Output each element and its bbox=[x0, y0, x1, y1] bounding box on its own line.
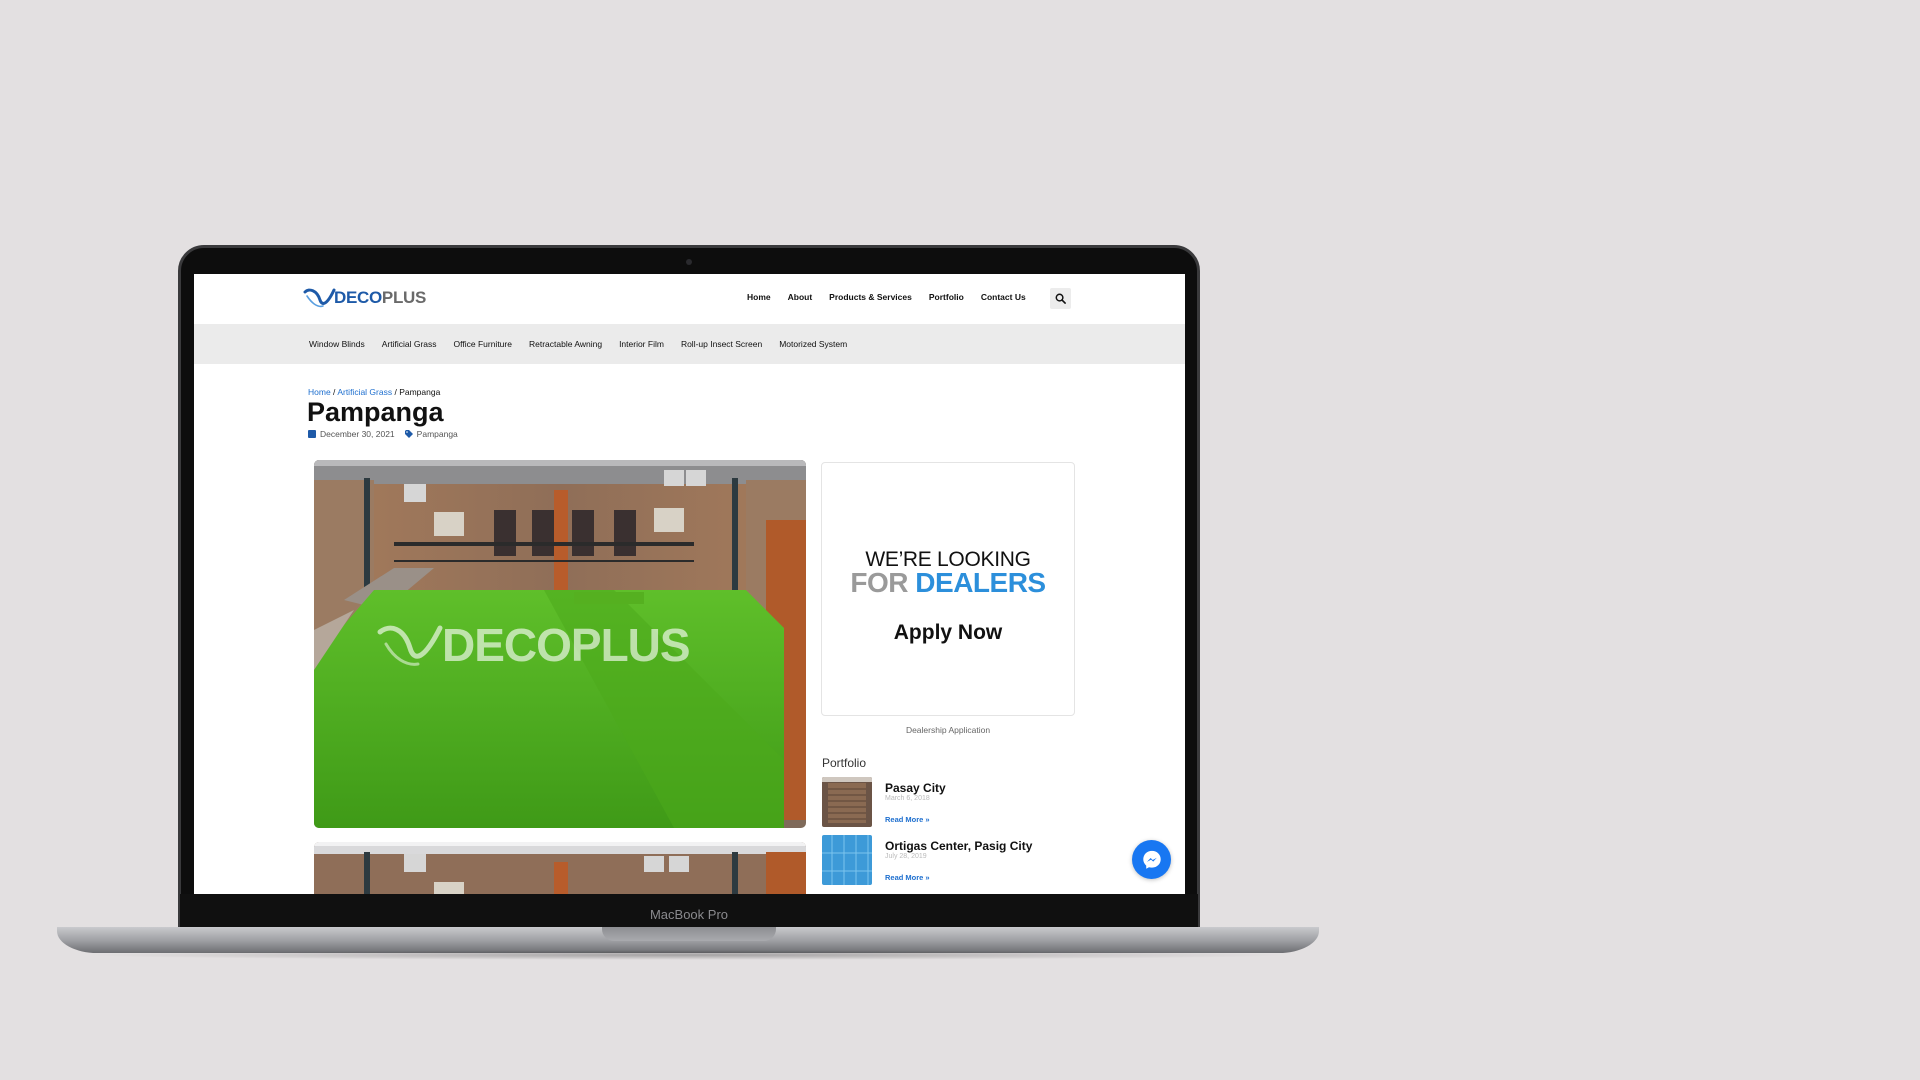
tag-icon bbox=[404, 430, 413, 438]
breadcrumb: Home / Artificial Grass / Pampanga bbox=[308, 387, 440, 397]
portfolio-thumbnail[interactable] bbox=[822, 777, 872, 827]
watermark-swoosh-icon bbox=[377, 625, 443, 666]
device-model-label: MacBook Pro bbox=[649, 907, 729, 922]
breadcrumb-current: Pampanga bbox=[399, 387, 441, 397]
post-image-2[interactable] bbox=[314, 842, 806, 894]
post-date[interactable]: December 30, 2021 bbox=[320, 429, 395, 439]
laptop-screen: DECOPLUS Home About Products & Services … bbox=[194, 274, 1185, 894]
apply-now-link[interactable]: Apply Now bbox=[822, 621, 1074, 645]
portfolio-thumbnail[interactable] bbox=[822, 835, 872, 885]
page-title: Pampanga bbox=[307, 397, 444, 427]
window-film-thumbnail-image bbox=[822, 835, 872, 885]
subnav-interior-film[interactable]: Interior Film bbox=[619, 339, 664, 349]
subnav-window-blinds[interactable]: Window Blinds bbox=[309, 339, 365, 349]
nav-contact-us[interactable]: Contact Us bbox=[981, 292, 1026, 302]
dealer-for: FOR bbox=[850, 567, 916, 598]
webcam bbox=[686, 259, 692, 265]
dealer-dealers: DEALERS bbox=[915, 567, 1046, 598]
read-more-link[interactable]: Read More » bbox=[885, 815, 930, 824]
laptop-hinge-notch bbox=[602, 927, 776, 941]
laptop-shadow bbox=[80, 950, 1296, 960]
nav-portfolio[interactable]: Portfolio bbox=[929, 292, 964, 302]
logo-swoosh-icon bbox=[303, 288, 336, 308]
calendar-icon bbox=[308, 430, 316, 438]
portfolio-item: Ortigas Center, Pasig City July 28, 2019… bbox=[822, 835, 1082, 887]
dealer-banner[interactable]: WE’RE LOOKING FOR DEALERS Apply Now bbox=[821, 462, 1075, 716]
search-icon bbox=[1055, 293, 1066, 304]
breadcrumb-category[interactable]: Artificial Grass bbox=[337, 387, 392, 397]
post-meta: December 30, 2021 Pampanga bbox=[308, 429, 458, 439]
nav-about[interactable]: About bbox=[788, 292, 813, 302]
main-nav: Home About Products & Services Portfolio… bbox=[747, 292, 1043, 302]
subnav-roll-up-insect-screen[interactable]: Roll-up Insect Screen bbox=[681, 339, 762, 349]
nav-home[interactable]: Home bbox=[747, 292, 771, 302]
messenger-icon bbox=[1142, 850, 1161, 869]
site-header: DECOPLUS Home About Products & Services … bbox=[194, 274, 1185, 324]
subnav-motorized-system[interactable]: Motorized System bbox=[779, 339, 847, 349]
subnav-retractable-awning[interactable]: Retractable Awning bbox=[529, 339, 602, 349]
site-logo[interactable]: DECOPLUS bbox=[303, 286, 426, 310]
portfolio-heading: Portfolio bbox=[822, 756, 867, 770]
subnav-office-furniture[interactable]: Office Furniture bbox=[454, 339, 512, 349]
portfolio-item-title[interactable]: Ortigas Center, Pasig City bbox=[885, 839, 1032, 853]
portfolio-item-date: July 28, 2019 bbox=[885, 853, 927, 860]
read-more-link[interactable]: Read More » bbox=[885, 873, 930, 882]
messenger-chat-button[interactable] bbox=[1132, 840, 1171, 879]
dealer-banner-caption: Dealership Application bbox=[905, 725, 991, 735]
logo-plus: PLUS bbox=[381, 288, 427, 307]
watermark-text: DECOPLUS bbox=[442, 619, 691, 671]
category-nav: Window Blinds Artificial Grass Office Fu… bbox=[194, 324, 1185, 364]
portfolio-item: Pasay City March 6, 2018 Read More » bbox=[822, 777, 1082, 829]
logo-deco: DECO bbox=[334, 288, 382, 307]
subnav-artificial-grass[interactable]: Artificial Grass bbox=[382, 339, 437, 349]
portfolio-item-title[interactable]: Pasay City bbox=[885, 781, 946, 795]
breadcrumb-home[interactable]: Home bbox=[308, 387, 331, 397]
blinds-thumbnail-image bbox=[822, 777, 872, 827]
photo-watermark: DECOPLUS bbox=[376, 618, 691, 672]
post-tag[interactable]: Pampanga bbox=[417, 429, 458, 439]
courtyard-photo-2 bbox=[314, 842, 806, 894]
logo-text: DECOPLUS bbox=[334, 288, 426, 308]
search-button[interactable] bbox=[1050, 288, 1071, 309]
nav-products-services[interactable]: Products & Services bbox=[829, 292, 912, 302]
post-image[interactable]: DECOPLUS bbox=[314, 460, 806, 828]
portfolio-item-date: March 6, 2018 bbox=[885, 795, 930, 802]
dealer-headline-line2: FOR DEALERS bbox=[822, 567, 1074, 599]
